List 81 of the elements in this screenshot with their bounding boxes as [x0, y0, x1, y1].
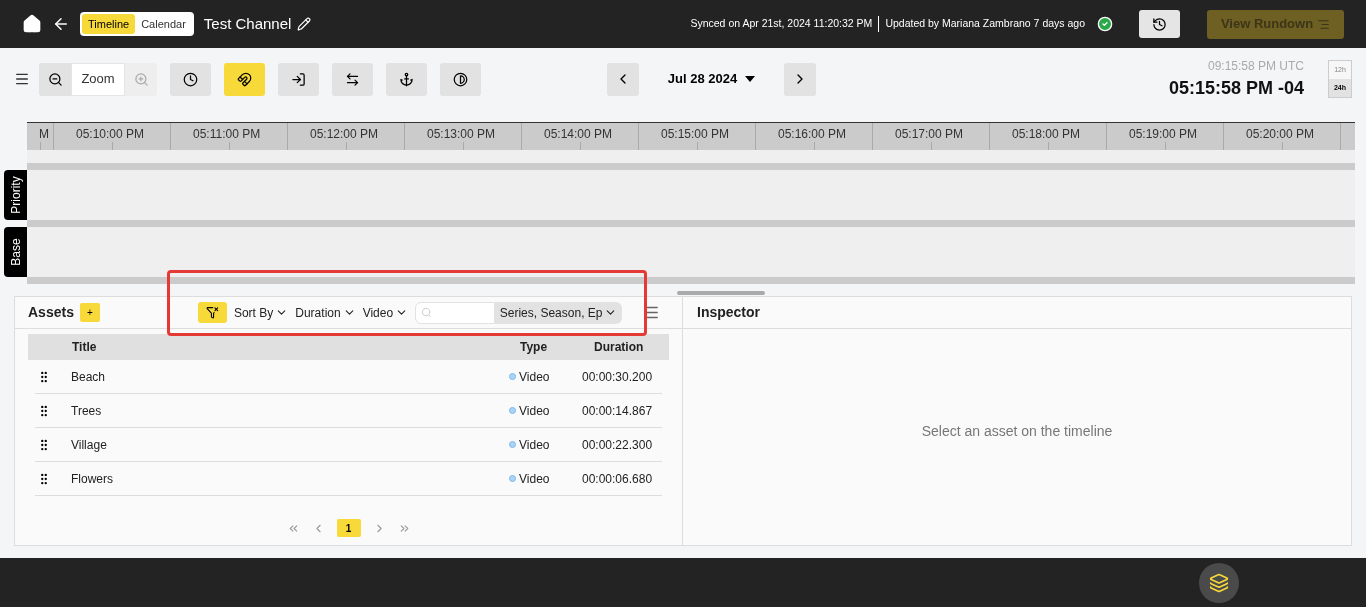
filter-button[interactable] [197, 302, 227, 323]
magnet-icon [237, 71, 252, 87]
filter-icon [205, 306, 219, 319]
contrast-icon [453, 71, 468, 87]
previous-date-button[interactable] [607, 62, 639, 96]
layers-button[interactable] [1199, 562, 1239, 603]
history-icon [1152, 16, 1167, 32]
track-label: Priority [4, 170, 27, 220]
utc-time: 09:15:58 PM UTC [1207, 57, 1304, 75]
lines-icon [1317, 17, 1331, 31]
time-tick-label: 05:20:00 PM [1246, 126, 1315, 143]
asset-row[interactable]: Village Video 00:00:22.300 [35, 428, 662, 462]
contrast-tool-button[interactable] [440, 62, 481, 96]
assets-title: Assets [28, 303, 74, 322]
time-tick-label: 05:14:00 PM [544, 126, 613, 143]
swap-tool-button[interactable] [332, 62, 373, 96]
anchor-icon [399, 71, 414, 87]
asset-title: Beach [71, 368, 107, 386]
filter-dropdown[interactable]: Video [362, 303, 409, 322]
asset-type: Video [519, 436, 550, 454]
layers-icon [1209, 572, 1229, 593]
filter-dropdown[interactable]: Duration [295, 303, 356, 322]
asset-type: Video [519, 402, 550, 420]
asset-row[interactable]: Trees Video 00:00:14.867 [35, 394, 662, 428]
asset-duration: 00:00:06.680 [582, 470, 654, 488]
magnet-tool-button[interactable] [224, 62, 265, 96]
search-field-select[interactable]: Series, Season, Ep [495, 301, 623, 324]
clock-icon [183, 71, 198, 87]
asset-duration: 00:00:30.200 [582, 368, 654, 386]
time-tick-label: 05:19:00 PM [1129, 126, 1198, 143]
inspector-title: Inspector [697, 303, 760, 322]
clock-tool-button[interactable] [170, 62, 211, 96]
edit-icon[interactable] [297, 17, 312, 31]
updated-status: Updated by Mariana Zambrano 7 days ago [885, 16, 1085, 32]
add-asset-button[interactable]: + [79, 303, 100, 322]
column-header: Title [72, 339, 98, 356]
time-tick-label: 05:10:00 PM [76, 126, 145, 143]
time-tick-label: 05:13:00 PM [427, 126, 496, 143]
zoom-out-icon [47, 71, 63, 87]
time-tick-label: 05:16:00 PM [778, 126, 847, 143]
scroll-handle[interactable] [677, 291, 765, 295]
asset-duration: 00:00:14.867 [582, 402, 654, 420]
swap-icon [345, 71, 360, 87]
search-icon [421, 307, 433, 318]
zoom-label: Zoom [71, 62, 125, 96]
asset-title: Flowers [71, 470, 114, 488]
next-date-button[interactable] [784, 62, 816, 96]
time-tick-label: 05:12:00 PM [310, 126, 379, 143]
login-tool-button[interactable] [278, 62, 319, 96]
column-header: Type [520, 339, 549, 356]
login-icon [291, 71, 306, 87]
zoom-in-icon [133, 71, 149, 87]
page-button[interactable]: 1 [336, 519, 361, 537]
zoom-out-button[interactable] [39, 62, 71, 96]
local-time: 05:15:58 PM -04 [1168, 76, 1304, 100]
column-header: Duration [594, 339, 645, 356]
sync-status: Synced on Apr 21st, 2024 11:20:32 PM [690, 16, 873, 32]
asset-title: Village [71, 436, 108, 454]
view-tab[interactable]: Timeline [82, 14, 136, 34]
time-tick-label: 05:18:00 PM [1012, 126, 1081, 143]
time-tick-label: 05:15:00 PM [661, 126, 730, 143]
search-field[interactable] [415, 301, 496, 324]
filter-dropdown[interactable]: Sort By [233, 303, 289, 322]
track-label: Base [4, 227, 27, 277]
time-tick-label: 05:11:00 PM [193, 126, 261, 143]
asset-row[interactable]: Beach Video 00:00:30.200 [35, 360, 662, 394]
asset-row[interactable]: Flowers Video 00:00:06.680 [35, 462, 662, 496]
home-icon[interactable] [22, 14, 42, 34]
asset-type: Video [519, 470, 550, 488]
channel-title: Test Channel [203, 13, 292, 34]
date-picker[interactable]: Jul 28 2024 [639, 69, 784, 89]
history-button[interactable] [1139, 10, 1180, 38]
asset-title: Trees [71, 402, 103, 420]
asset-duration: 00:00:22.300 [582, 436, 654, 454]
time-tick-label: M [39, 126, 49, 143]
menu-icon[interactable] [14, 71, 30, 87]
anchor-tool-button[interactable] [386, 62, 427, 96]
asset-type: Video [519, 368, 550, 386]
synced-check-icon [1097, 16, 1113, 32]
empty-message: Select an asset on the timeline [921, 421, 1113, 441]
time-tick-label: 05:17:00 PM [895, 126, 964, 143]
